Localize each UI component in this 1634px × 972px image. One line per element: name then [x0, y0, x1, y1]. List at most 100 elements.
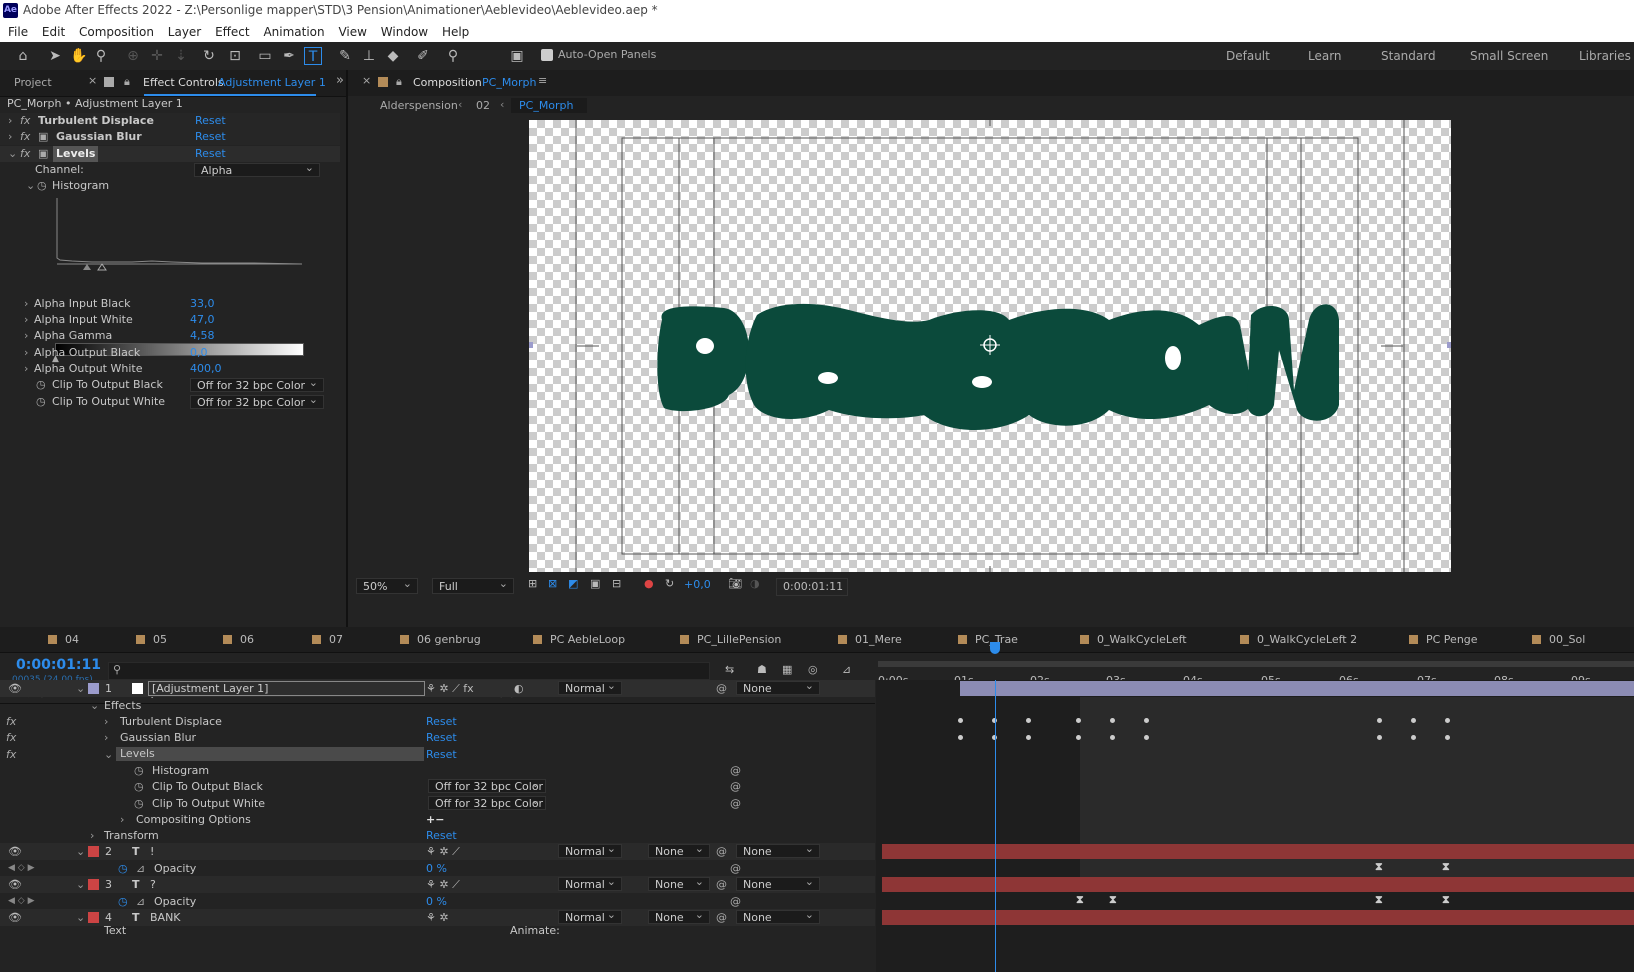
chevron-down-icon[interactable]: ⌄: [104, 746, 113, 763]
effect-gaussian-blur[interactable]: › fx ▣ Gaussian Blur Reset: [0, 129, 340, 145]
effect-row-blur[interactable]: fx › Gaussian Blur Reset: [0, 729, 875, 746]
compositing-options-row[interactable]: › Compositing Options +−: [0, 811, 875, 828]
breadcrumb-item[interactable]: 02: [476, 99, 490, 112]
keyframe[interactable]: [1076, 735, 1081, 740]
blend-mode-dropdown[interactable]: Normal: [558, 842, 622, 858]
layer-switches-icon[interactable]: ⚘ ✲ ⟋ fx: [426, 680, 474, 697]
menu-window[interactable]: Window: [381, 22, 428, 42]
clip-black-prop-row[interactable]: ◷ Clip To Output Black Off for 32 bpc Co…: [0, 777, 875, 795]
text-prop-row[interactable]: Text Animate:: [0, 926, 875, 938]
stopwatch-icon[interactable]: ◷: [134, 762, 144, 779]
graph-icon[interactable]: ⊿: [136, 860, 145, 877]
keyframe-nav-icon[interactable]: ◀ ◇ ▶: [8, 860, 35, 877]
hold-keyframe-icon[interactable]: ⧗: [1442, 893, 1450, 907]
stopwatch-icon[interactable]: ◷: [134, 795, 144, 812]
comp-tab[interactable]: PC AebleLoop: [533, 633, 625, 646]
graph-icon[interactable]: ⊿: [136, 893, 145, 910]
playhead-handle[interactable]: [990, 642, 1000, 654]
close-icon[interactable]: ×: [362, 74, 371, 87]
chevron-right-icon[interactable]: ›: [8, 113, 12, 129]
hamburger-icon[interactable]: ≡: [538, 74, 547, 87]
eye-icon[interactable]: 👁︎: [8, 876, 22, 893]
reset-exposure-icon[interactable]: ↻: [665, 577, 674, 590]
workspace-small-screen[interactable]: Small Screen: [1470, 49, 1548, 63]
roto-brush-icon[interactable]: ✐: [414, 47, 432, 65]
keyframe[interactable]: [1445, 735, 1450, 740]
chevron-right-icon[interactable]: ›: [24, 328, 28, 344]
comp-tab[interactable]: 05: [136, 633, 167, 646]
menu-file[interactable]: File: [8, 22, 28, 42]
clip-white-dropdown[interactable]: Off for 32 bpc Color: [428, 794, 546, 810]
reset-button[interactable]: Reset: [195, 129, 226, 145]
keyframe[interactable]: [958, 735, 963, 740]
keyframe[interactable]: [1110, 718, 1115, 723]
panel-menu-icon[interactable]: »: [336, 73, 344, 88]
region-of-interest-icon[interactable]: ▣: [590, 577, 600, 590]
current-time-display[interactable]: 0:00:01:11: [16, 657, 101, 673]
effect-turbulent-displace[interactable]: › fx Turbulent Displace Reset: [0, 113, 340, 129]
chevron-down-icon[interactable]: ⌄: [76, 843, 85, 860]
workspace-standard[interactable]: Standard: [1381, 49, 1436, 63]
trkmat-dropdown[interactable]: None: [648, 908, 710, 924]
orbit-tool-icon[interactable]: ⊕: [124, 47, 142, 65]
param-value[interactable]: 400,0: [190, 361, 222, 377]
label-color-swatch[interactable]: [88, 846, 99, 857]
pick-whip-icon[interactable]: @: [716, 876, 727, 893]
reset-button[interactable]: Reset: [195, 146, 226, 162]
motion-blur-icon[interactable]: ◎: [808, 663, 818, 676]
chevron-right-icon[interactable]: ›: [104, 729, 108, 746]
mask-visibility-icon[interactable]: ◩: [568, 577, 578, 590]
keyframe[interactable]: [1411, 718, 1416, 723]
breadcrumb-current[interactable]: PC_Morph: [511, 98, 587, 113]
layer-row-2[interactable]: 👁︎ ⌄ 2 T ! ⚘ ✲ ⟋ Normal None @ None: [0, 842, 875, 860]
show-snapshot-icon[interactable]: ◑: [750, 577, 760, 590]
label-color-swatch[interactable]: [88, 683, 99, 694]
hold-keyframe-icon[interactable]: ⧗: [1076, 893, 1084, 907]
shy-icon[interactable]: ☗: [757, 663, 767, 676]
chevron-right-icon[interactable]: ›: [24, 312, 28, 328]
adjustment-switch-icon[interactable]: ◐: [514, 680, 524, 697]
anchor-tool-icon[interactable]: ⊡: [226, 47, 244, 65]
layer-switches-icon[interactable]: ⚘ ✲ ⟋: [426, 876, 460, 893]
chevron-right-icon[interactable]: ›: [24, 361, 28, 377]
zoom-dropdown[interactable]: 50%: [356, 576, 418, 594]
tab-effect-controls[interactable]: Effect Controls: [143, 76, 224, 89]
pick-whip-icon[interactable]: @: [716, 843, 727, 860]
chevron-right-icon[interactable]: ›: [24, 345, 28, 361]
pick-whip-icon[interactable]: @: [730, 795, 741, 812]
keyframe[interactable]: [1026, 718, 1031, 723]
tab-comp-name[interactable]: PC_Morph: [482, 76, 537, 89]
breadcrumb-item[interactable]: Alderspension: [380, 99, 458, 112]
fast-preview-icon[interactable]: ⊞: [528, 577, 537, 590]
stopwatch-icon[interactable]: ◷: [36, 394, 46, 410]
add-remove-icon[interactable]: +−: [426, 811, 444, 828]
tab-effect-target[interactable]: Adjustment Layer 1: [218, 76, 326, 89]
work-area-bar[interactable]: [878, 661, 1634, 667]
pan-tool-icon[interactable]: ✛: [148, 47, 166, 65]
channel-dropdown[interactable]: Alpha: [194, 161, 320, 177]
hold-keyframe-icon[interactable]: ⧗: [1375, 893, 1383, 907]
current-time-field[interactable]: 0:00:01:11: [776, 578, 848, 596]
reset-button[interactable]: Reset: [426, 746, 457, 763]
type-tool-icon[interactable]: T: [304, 47, 322, 65]
param-value[interactable]: 4,58: [190, 328, 215, 344]
param-value[interactable]: 0,0: [190, 345, 208, 361]
panel-icon[interactable]: ▣: [508, 47, 526, 65]
lock-icon[interactable]: 🔒︎: [124, 75, 130, 89]
menu-view[interactable]: View: [338, 22, 366, 42]
keyframe[interactable]: [1076, 718, 1081, 723]
chevron-down-icon[interactable]: ⌄: [76, 909, 85, 926]
comp-tab[interactable]: 00_Sol: [1532, 633, 1585, 646]
eye-icon[interactable]: 👁︎: [8, 909, 22, 926]
workspace-libraries[interactable]: Libraries: [1579, 49, 1631, 63]
snapshot-icon[interactable]: 📷︎: [728, 577, 742, 590]
chevron-down-icon[interactable]: ⌄: [76, 680, 85, 697]
layer-name[interactable]: [Adjustment Layer 1]: [148, 681, 425, 696]
layer-name[interactable]: !: [150, 843, 154, 860]
channel-icon[interactable]: ●: [644, 577, 654, 590]
pick-whip-icon[interactable]: @: [716, 680, 727, 697]
chevron-right-icon[interactable]: ›: [8, 129, 12, 145]
puppet-pin-icon[interactable]: ⚲: [444, 47, 462, 65]
fx-icon[interactable]: fx: [20, 129, 30, 145]
keyframe[interactable]: [1144, 735, 1149, 740]
